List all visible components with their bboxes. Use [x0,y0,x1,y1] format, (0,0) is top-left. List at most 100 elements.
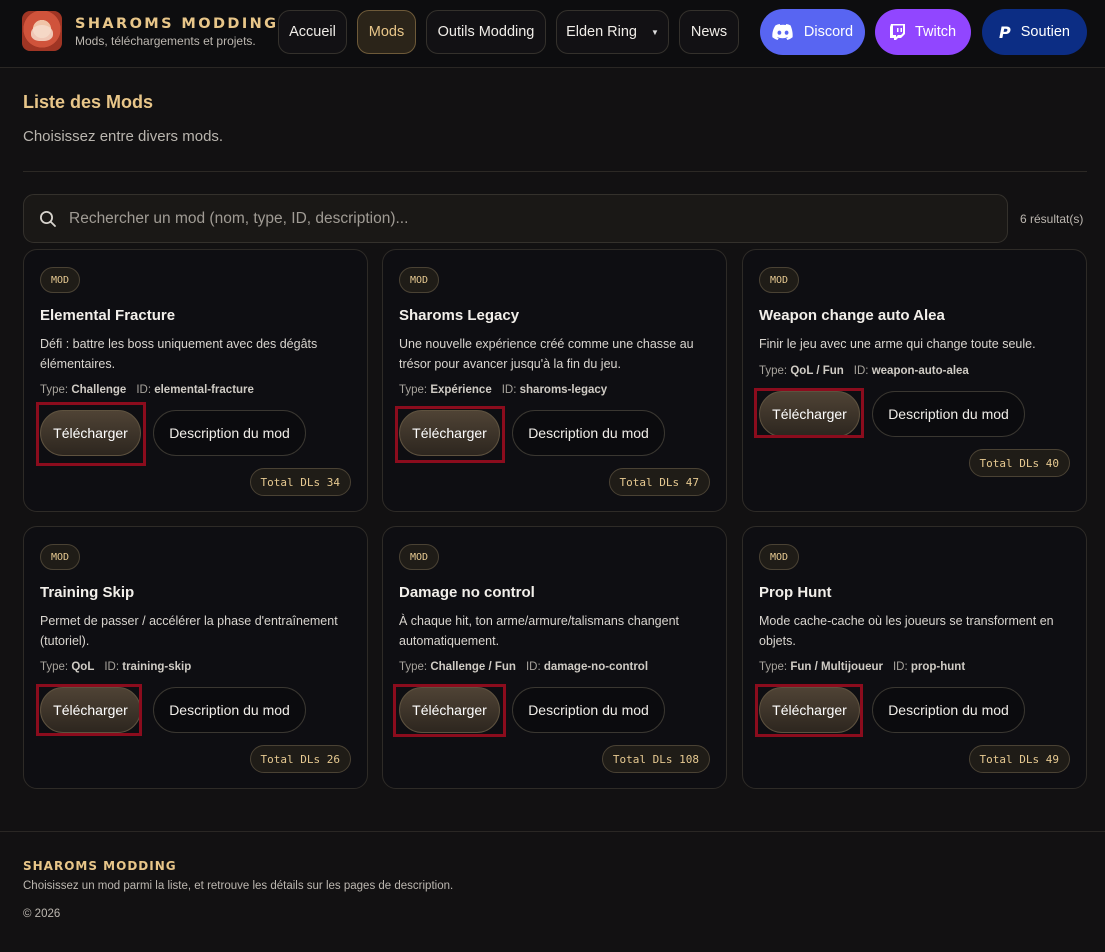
download-button[interactable]: Télécharger [40,687,141,733]
mod-id: elemental-fracture [154,384,254,396]
nav-label: Outils Modding [437,24,535,40]
download-button[interactable]: Télécharger [759,391,860,437]
mod-id: prop-hunt [910,661,966,673]
id-label: ID: [853,365,869,377]
brand[interactable]: SHAROMS MODDING Mods, téléchargements et… [22,11,278,51]
download-button[interactable]: Télécharger [40,410,141,456]
mod-badge: MOD [759,267,800,293]
nav-mods[interactable]: Mods [357,10,416,54]
mod-title: Sharoms Legacy [399,307,520,324]
mod-meta: Type: QoL ID: training-skip [40,661,191,673]
mod-card: MOD Damage no control À chaque hit, ton … [382,526,727,789]
nav-outils-modding[interactable]: Outils Modding [426,10,546,54]
soutien-button[interactable]: P Soutien [982,9,1087,55]
download-label: Télécharger [412,702,487,718]
search-input[interactable] [69,198,1007,239]
nav-label: Mods [368,24,405,40]
mod-type: QoL [71,661,95,673]
download-button[interactable]: Télécharger [759,687,860,733]
mod-description: Mode cache-cache où les joueurs se trans… [759,614,1054,648]
mod-badge: MOD [399,544,440,570]
footer-text: Choisissez un mod parmi la liste, et ret… [23,880,454,892]
mod-type: Expérience [430,384,492,396]
mod-type: Challenge / Fun [430,661,516,673]
mod-description: À chaque hit, ton arme/armure/talismans … [399,614,680,648]
mod-meta: Type: Challenge ID: elemental-fracture [40,384,254,396]
description-button[interactable]: Description du mod [512,687,665,733]
description-label: Description du mod [888,406,1009,422]
twitch-label: Twitch [914,24,957,40]
mod-badge: MOD [40,267,81,293]
download-button[interactable]: Télécharger [399,687,500,733]
brand-subtitle: Mods, téléchargements et projets. [75,33,256,48]
mod-id: damage-no-control [543,661,649,673]
type-label: Type: [399,661,428,673]
discord-button[interactable]: Discord [760,9,865,55]
nav-label: Accueil [289,24,336,40]
mod-title: Weapon change auto Alea [759,307,945,324]
download-label: Télécharger [772,406,847,422]
result-count: 6 résultat(s) [1020,212,1084,226]
type-label: Type: [40,384,69,396]
total-dls-label: Total DLs [619,475,680,489]
description-button[interactable]: Description du mod [153,687,306,733]
mod-card: MOD Training Skip Permet de passer / acc… [23,526,368,789]
mod-title: Training Skip [40,584,135,601]
mod-id: weapon-auto-alea [871,365,969,377]
nav-label: News [690,24,728,40]
page-title: Liste des Mods [23,92,154,112]
page-subtitle: Choisissez entre divers mods. [23,128,224,145]
mod-type: Challenge [71,384,127,396]
brand-name: SHAROMS MODDING [75,15,279,32]
nav-elden-ring-dropdown[interactable]: Elden Ring ▼ [556,10,669,54]
mod-title: Prop Hunt [759,584,832,601]
nav-accueil[interactable]: Accueil [278,10,347,54]
download-count: 40 [1045,456,1059,470]
mod-card: MOD Sharoms Legacy Une nouvelle expérien… [382,249,727,512]
twitch-button[interactable]: Twitch [875,9,971,55]
type-label: Type: [399,384,428,396]
mod-description: Finir le jeu avec une arme qui change to… [759,337,1036,351]
mod-card: MOD Prop Hunt Mode cache-cache où les jo… [742,526,1087,789]
downloads-badge: Total DLs 26 [249,745,351,773]
nav-label: Elden Ring [566,24,637,40]
mod-id: training-skip [122,661,192,673]
description-label: Description du mod [528,425,649,441]
download-count: 34 [326,475,340,489]
paypal-icon: P [999,22,1011,42]
divider [23,171,1087,172]
description-button[interactable]: Description du mod [872,391,1025,437]
description-label: Description du mod [528,702,649,718]
download-count: 26 [326,752,340,766]
total-dls-label: Total DLs [260,475,321,489]
footer-divider [0,831,1105,832]
download-label: Télécharger [772,702,847,718]
download-count: 49 [1045,752,1059,766]
download-count: 47 [685,475,699,489]
mod-type: Fun / Multijoueur [790,661,883,673]
description-button[interactable]: Description du mod [153,410,306,456]
mod-title: Elemental Fracture [40,307,176,324]
mod-meta: Type: Expérience ID: sharoms-legacy [399,384,607,396]
footer-brand-name: SHAROMS MODDING [23,859,177,873]
footer-copyright: © 2026 [23,908,61,920]
search-bar[interactable] [23,194,1008,243]
type-label: Type: [759,365,788,377]
description-button[interactable]: Description du mod [872,687,1025,733]
mod-card: MOD Elemental Fracture Défi : battre les… [23,249,368,512]
mod-badge: MOD [399,267,440,293]
mod-type: QoL / Fun [790,365,844,377]
id-label: ID: [525,661,541,673]
download-label: Télécharger [53,425,128,441]
mod-id: sharoms-legacy [519,384,608,396]
type-label: Type: [40,661,69,673]
mod-title: Damage no control [399,584,535,601]
downloads-badge: Total DLs 49 [968,745,1070,773]
soutien-label: Soutien [1020,24,1070,40]
id-label: ID: [104,661,120,673]
download-button[interactable]: Télécharger [399,410,500,456]
description-button[interactable]: Description du mod [512,410,665,456]
nav-news[interactable]: News [679,10,739,54]
mod-description: Défi : battre les boss uniquement avec d… [40,337,318,371]
downloads-badge: Total DLs 40 [968,449,1070,477]
